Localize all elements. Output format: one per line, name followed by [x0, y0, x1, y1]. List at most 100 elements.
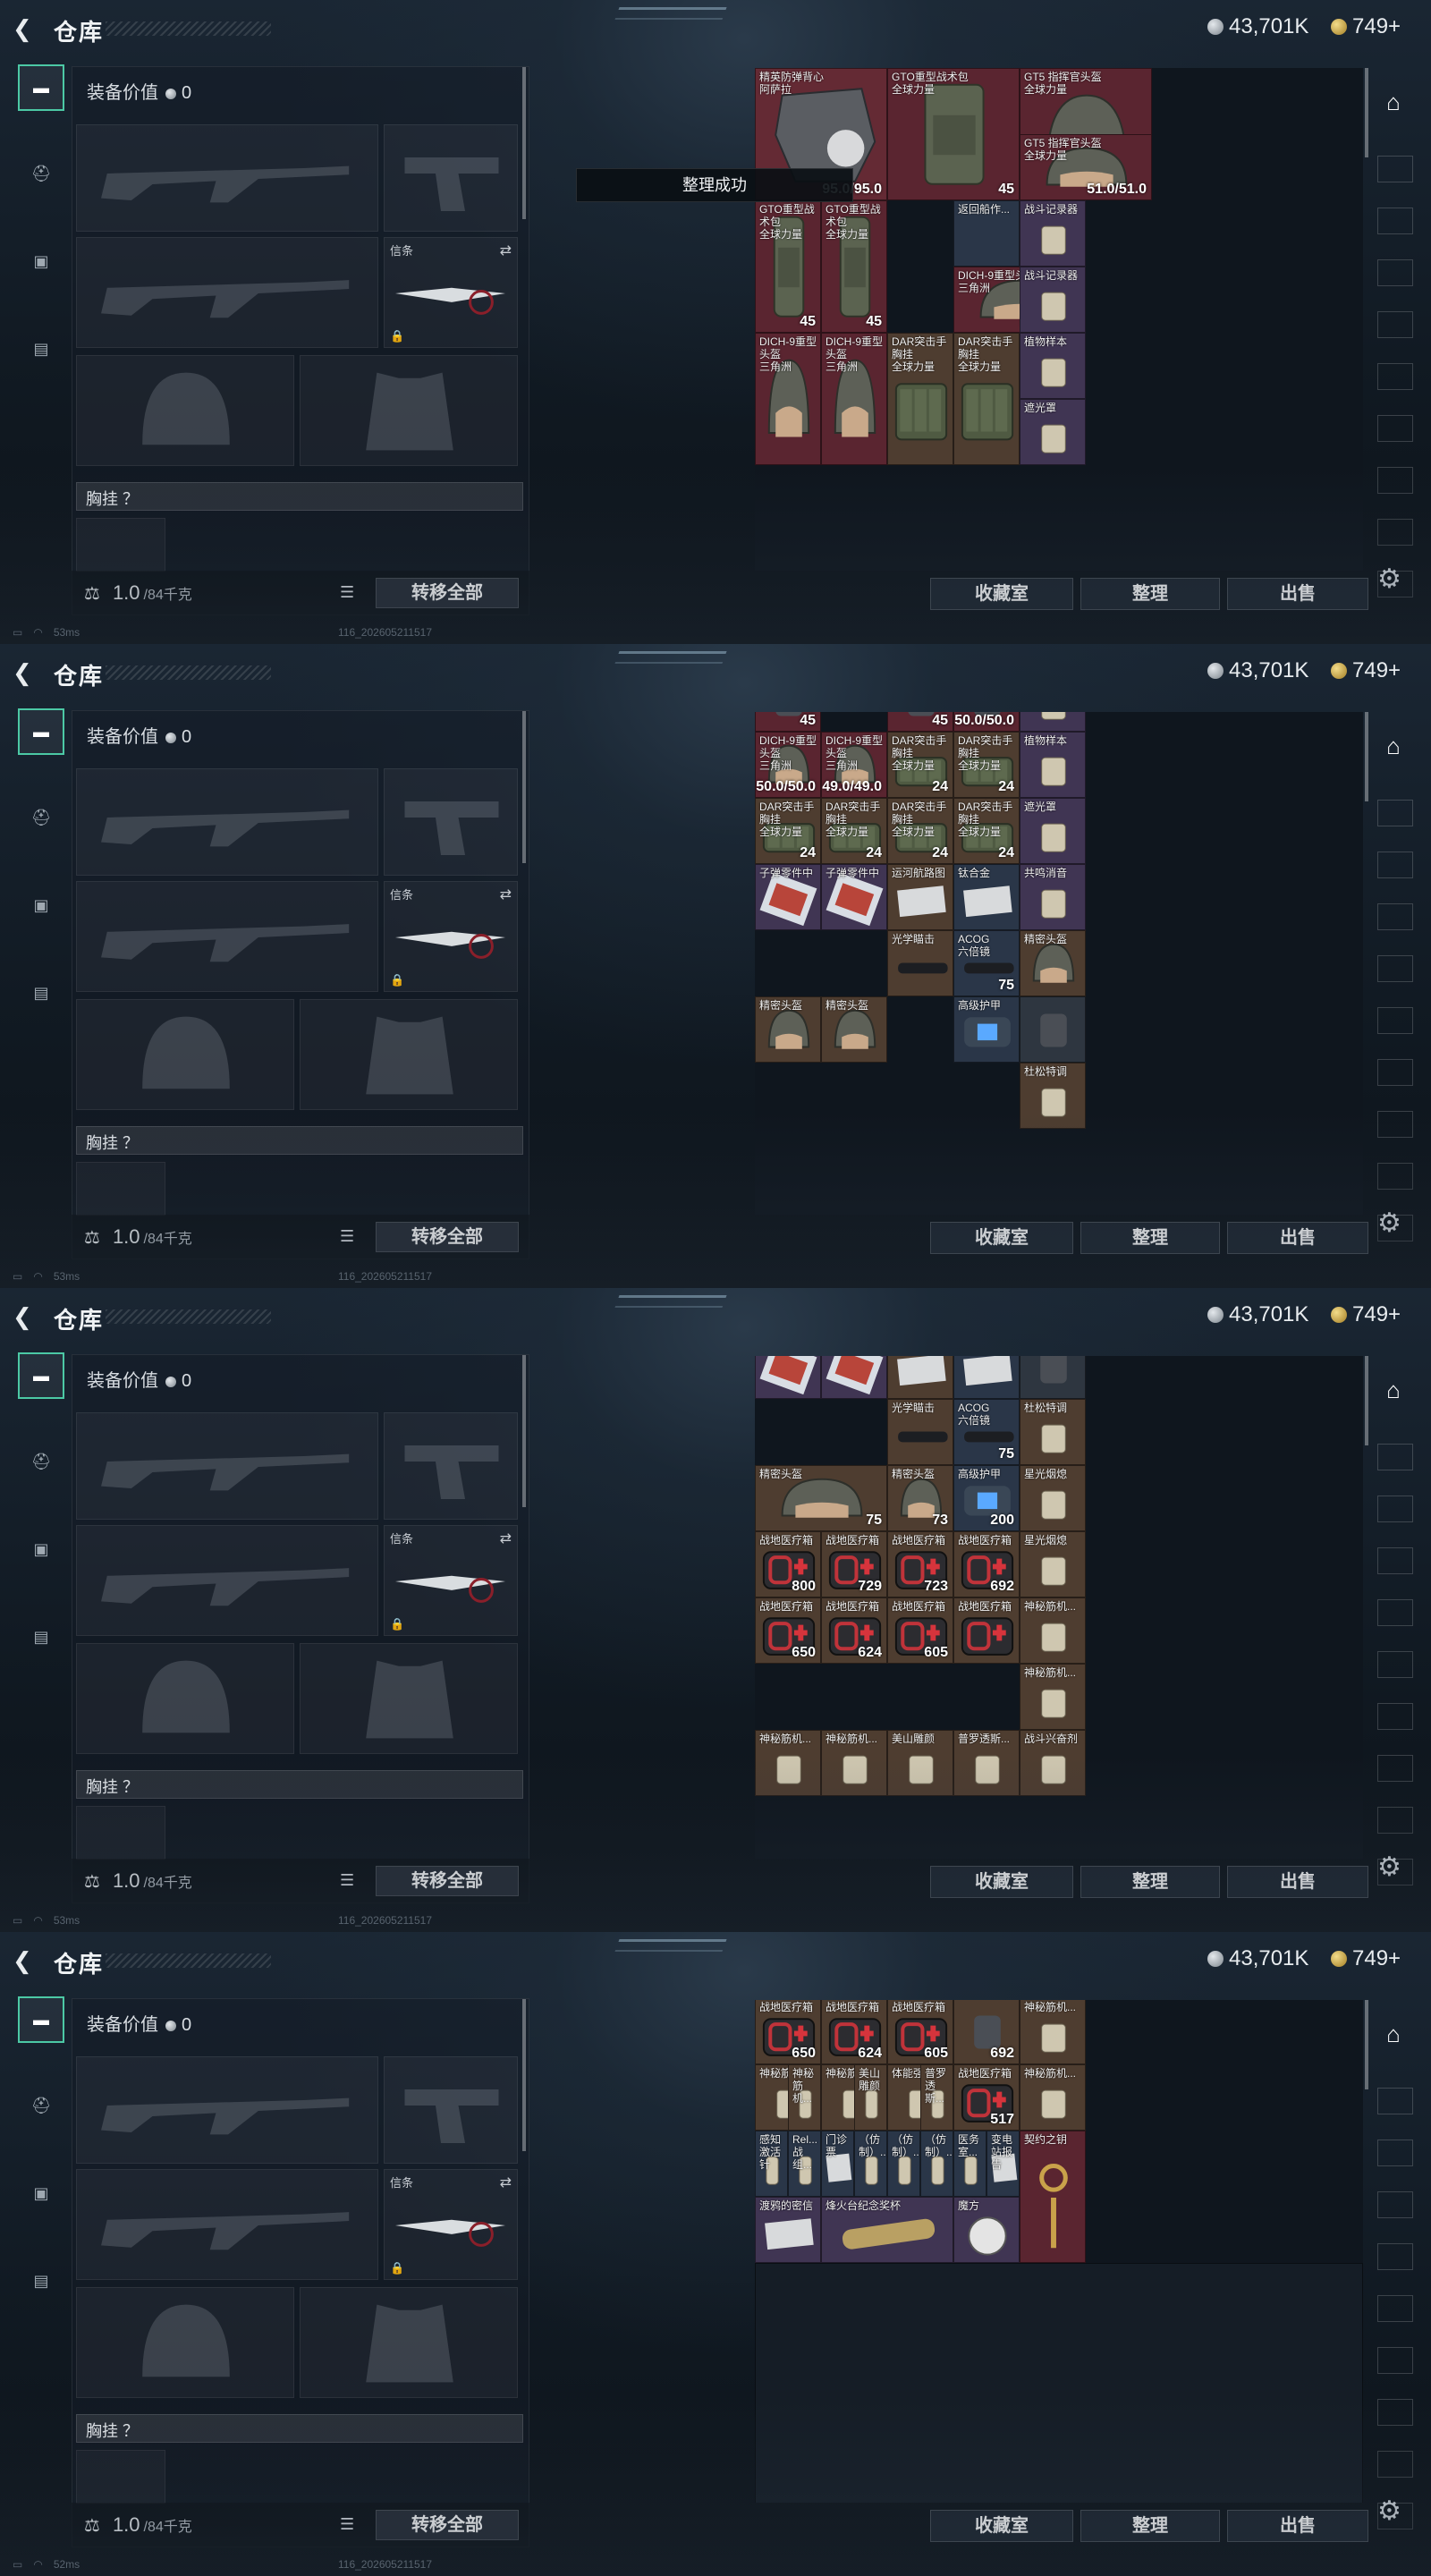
secondary-weapon-slot[interactable]	[76, 881, 378, 992]
chest-rig-content-slot[interactable]	[76, 2450, 165, 2504]
list-icon[interactable]: ☰	[340, 1227, 354, 1246]
stash-item[interactable]: 神秘筋机...	[1020, 1597, 1086, 1664]
pistol-icon[interactable]: ▬	[18, 64, 64, 111]
storage-tab[interactable]	[1377, 1163, 1413, 1190]
storage-tab[interactable]	[1377, 1703, 1413, 1730]
sell-button[interactable]: 出售	[1227, 1222, 1368, 1254]
stash-item[interactable]: 星光烟熄	[1020, 1531, 1086, 1597]
storage-tab[interactable]	[1377, 467, 1413, 494]
stash-item[interactable]: DAR突击手胸挂 全球力量 24	[755, 798, 821, 864]
stash-item[interactable]: 门诊票	[821, 2131, 854, 2197]
storage-tab[interactable]	[1377, 1807, 1413, 1834]
stash-item[interactable]: （仿制）...	[854, 2131, 887, 2197]
gold-currency[interactable]: 749+	[1331, 14, 1401, 39]
stash-item[interactable]: 杜松特调	[1020, 1063, 1086, 1129]
stash-item[interactable]: 共鸣消音	[1020, 864, 1086, 930]
secondary-weapon-slot[interactable]	[76, 2169, 378, 2280]
stash-item[interactable]: Rel...战组...	[788, 2131, 821, 2197]
storage-tab[interactable]	[1377, 2243, 1413, 2270]
stash-item[interactable]: 子弹零件中	[821, 864, 887, 930]
stash-item[interactable]: 高级护甲	[953, 996, 1020, 1063]
list-icon[interactable]: ☰	[340, 583, 354, 602]
storage-tab[interactable]	[1377, 2140, 1413, 2166]
stash-item[interactable]: 精密头盔	[821, 996, 887, 1063]
stash-item[interactable]: 钛合金	[953, 1356, 1020, 1399]
backpack-icon[interactable]: ▣	[18, 1526, 64, 1572]
stash-item[interactable]: DAR突击手胸挂 全球力量 24	[953, 732, 1020, 798]
settings-gear-icon[interactable]: ⚙	[1377, 2496, 1401, 2527]
stash-item[interactable]: 45	[887, 712, 953, 732]
stash-item[interactable]: DAR突击手胸挂 全球力量	[953, 333, 1020, 465]
chest-rig-content-slot[interactable]	[76, 1162, 165, 1216]
collection-button[interactable]: 收藏室	[930, 1222, 1073, 1254]
storage-tab[interactable]	[1377, 208, 1413, 234]
pistol-slot[interactable]	[384, 1412, 518, 1520]
vault-door-icon[interactable]: ⌂	[1376, 84, 1411, 120]
swap-icon[interactable]: ⇄	[500, 242, 512, 259]
stash-item[interactable]: 渡鸦的密信	[755, 2197, 821, 2263]
pistol-icon[interactable]: ▬	[18, 1352, 64, 1399]
vault-door-icon[interactable]: ⌂	[1376, 2016, 1411, 2052]
storage-tab[interactable]	[1377, 1059, 1413, 1086]
armor-slot[interactable]	[300, 1643, 518, 1754]
stash-item[interactable]: 战地医疗箱 605	[887, 2000, 953, 2064]
storage-tab[interactable]	[1377, 1444, 1413, 1470]
stash-item[interactable]: 战地医疗箱 650	[755, 1597, 821, 1664]
swap-icon[interactable]: ⇄	[500, 886, 512, 903]
melee-slot[interactable]: 信条 ⇄ 🔒	[384, 2169, 518, 2280]
storage-tab[interactable]	[1377, 1599, 1413, 1626]
storage-tab[interactable]	[1377, 852, 1413, 878]
chest-rig-bar[interactable]: 胸挂 ？	[76, 482, 523, 511]
secondary-weapon-slot[interactable]	[76, 237, 378, 348]
storage-tab[interactable]	[1377, 156, 1413, 182]
loadout-scrollbar[interactable]	[522, 67, 526, 219]
stash-item[interactable]: ACOG 六倍镜 75	[953, 930, 1020, 996]
stash-item[interactable]: 精密头盔 73	[887, 1465, 953, 1531]
stash-item[interactable]: （仿制）...	[920, 2131, 953, 2197]
stash-item[interactable]: 战地医疗箱 624	[821, 1597, 887, 1664]
chest-rig-content-slot[interactable]	[76, 1806, 165, 1860]
stash-item[interactable]: 45	[755, 712, 821, 732]
back-arrow-icon[interactable]: ❮	[13, 1304, 38, 1329]
helmet-slot[interactable]	[76, 2287, 294, 2398]
backpack-icon[interactable]: ▣	[18, 238, 64, 284]
stash-item[interactable]: 杜松特调	[1020, 1399, 1086, 1465]
stash-item[interactable]: 植物样本	[1020, 333, 1086, 399]
stash-item[interactable]: 精密头盔	[755, 996, 821, 1063]
collection-button[interactable]: 收藏室	[930, 578, 1073, 610]
storage-tab[interactable]	[1377, 1007, 1413, 1034]
settings-gear-icon[interactable]: ⚙	[1377, 1852, 1401, 1883]
stash-item[interactable]: DAR突击手胸挂 全球力量 24	[821, 798, 887, 864]
stash-item[interactable]: 感知激活针	[755, 2131, 788, 2197]
stash-item[interactable]: 高级护甲 200	[953, 1465, 1020, 1531]
stash-item[interactable]: 子弹零件中	[755, 1356, 821, 1399]
gold-currency[interactable]: 749+	[1331, 658, 1401, 683]
settings-gear-icon[interactable]: ⚙	[1377, 1208, 1401, 1239]
storage-tab[interactable]	[1377, 1111, 1413, 1138]
settings-gear-icon[interactable]: ⚙	[1377, 564, 1401, 595]
stash-item[interactable]: 战地医疗箱 517	[953, 2064, 1020, 2131]
organize-button[interactable]: 整理	[1080, 2510, 1220, 2542]
stash-item[interactable]: 战地医疗箱 723	[887, 1531, 953, 1597]
stash-item[interactable]: DICH-9重型头盔 三角洲	[755, 333, 821, 465]
sell-button[interactable]: 出售	[1227, 578, 1368, 610]
melee-slot[interactable]: 信条 ⇄ 🔒	[384, 1525, 518, 1636]
stash-item[interactable]: 星光烟熄	[1020, 1465, 1086, 1531]
storage-tab[interactable]	[1377, 2088, 1413, 2114]
stash-item[interactable]: 神秘筋机...	[1020, 2000, 1086, 2064]
helmet-icon[interactable]: ⛑	[18, 2082, 64, 2129]
chest-rig-bar[interactable]: 胸挂 ？	[76, 1126, 523, 1155]
organize-button[interactable]: 整理	[1080, 578, 1220, 610]
storage-tab[interactable]	[1377, 2295, 1413, 2322]
stash-item[interactable]: 普罗透斯...	[953, 1730, 1020, 1796]
stash-item[interactable]: 战地医疗箱 650	[755, 2000, 821, 2064]
stash-item[interactable]: 神秘筋机...	[821, 1730, 887, 1796]
storage-tab[interactable]	[1377, 1496, 1413, 1522]
stash-item[interactable]: 美山雕颜	[854, 2064, 887, 2131]
stash-item[interactable]: 战地医疗箱 605	[887, 1597, 953, 1664]
stash-item[interactable]: 植物样本	[1020, 732, 1086, 798]
stash-item[interactable]: GTO重型战术包 全球力量 45	[755, 200, 821, 333]
briefcase-icon[interactable]: ▤	[18, 326, 64, 372]
stash-item[interactable]: DICH-9重型头盔 三角洲 50.0/50.0	[755, 732, 821, 798]
organize-button[interactable]: 整理	[1080, 1222, 1220, 1254]
